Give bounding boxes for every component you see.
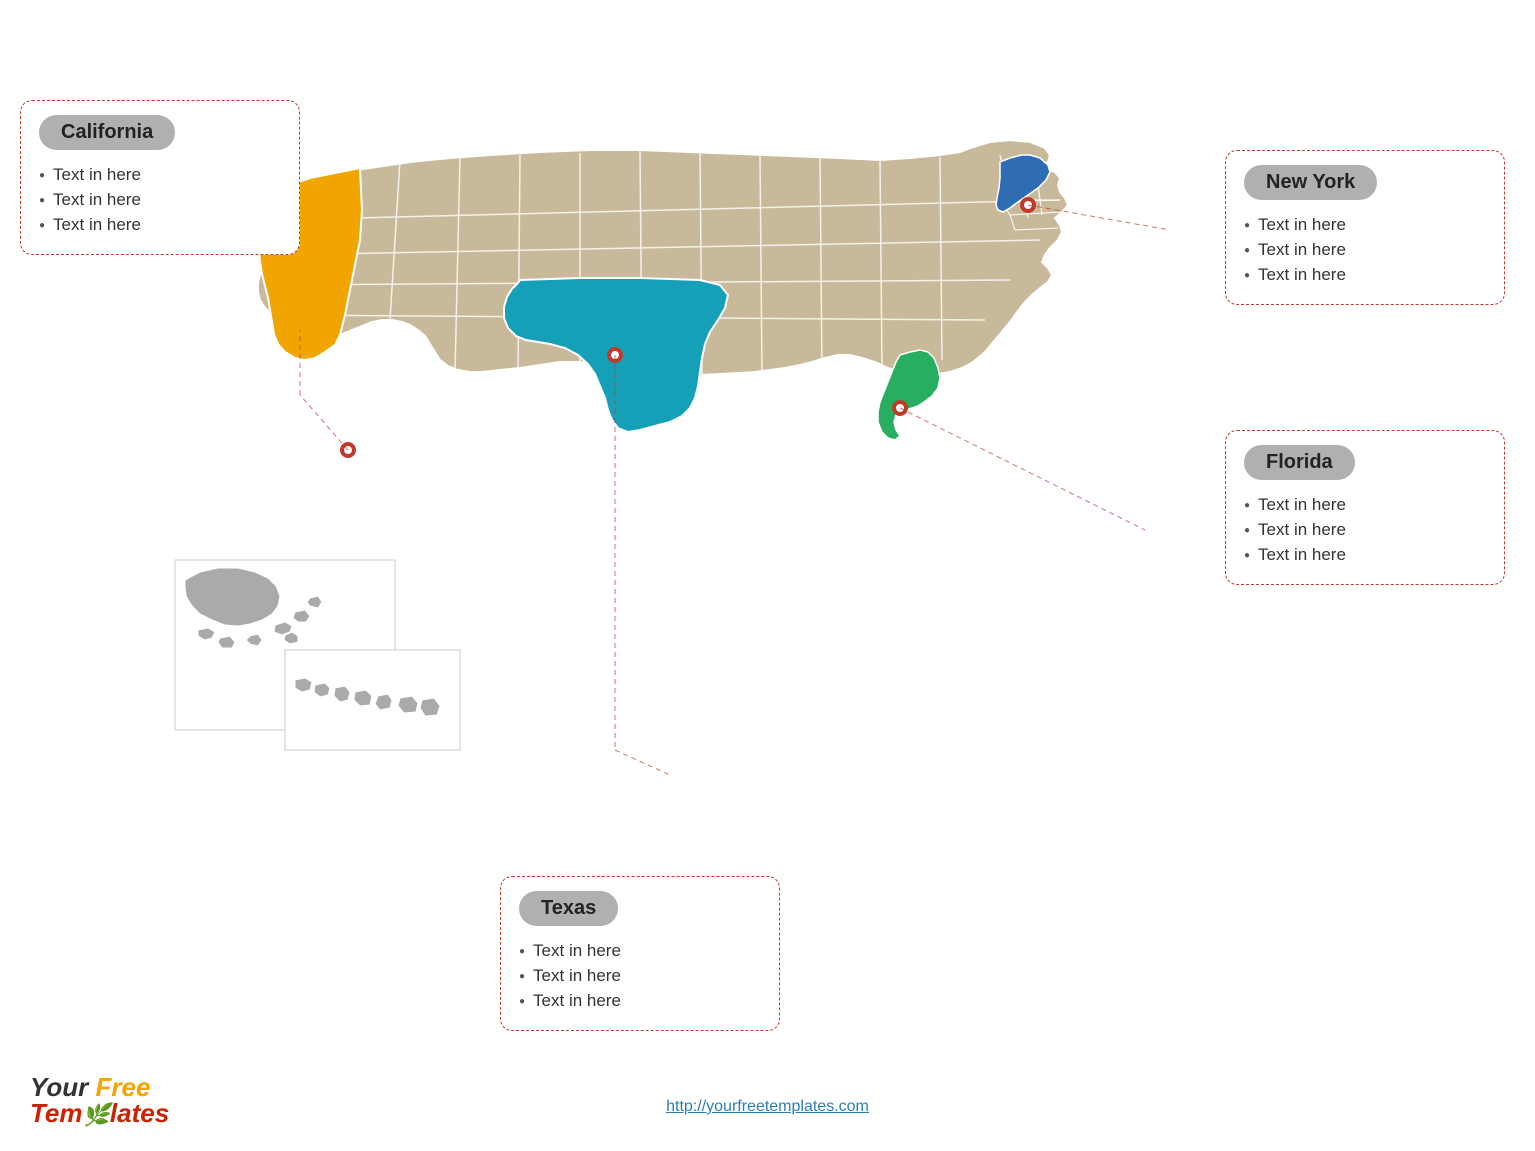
main-container: California Text in here Text in here Tex…	[0, 0, 1535, 1151]
callout-california: California Text in here Text in here Tex…	[20, 100, 300, 255]
brand-tem: Tem	[30, 1098, 83, 1128]
footer-url[interactable]: http://yourfreetemplates.com	[666, 1098, 869, 1116]
california-title: California	[39, 115, 175, 150]
texas-title: Texas	[519, 891, 618, 926]
callout-newyork: New York Text in here Text in here Text …	[1225, 150, 1505, 305]
california-list: Text in here Text in here Text in here	[39, 165, 281, 235]
newyork-title: New York	[1244, 165, 1377, 200]
texas-item-2: Text in here	[519, 966, 761, 986]
texas-item-3: Text in here	[519, 991, 761, 1011]
florida-item-1: Text in here	[1244, 495, 1486, 515]
florida-title: Florida	[1244, 445, 1355, 480]
newyork-item-1: Text in here	[1244, 215, 1486, 235]
texas-item-1: Text in here	[519, 941, 761, 961]
brand-plates: lates	[110, 1098, 169, 1128]
california-item-3: Text in here	[39, 215, 281, 235]
newyork-item-3: Text in here	[1244, 265, 1486, 285]
callout-texas: Texas Text in here Text in here Text in …	[500, 876, 780, 1031]
florida-item-2: Text in here	[1244, 520, 1486, 540]
brand-leaf-icon: 🌿	[83, 1102, 110, 1127]
texas-list: Text in here Text in here Text in here	[519, 941, 761, 1011]
brand-logo: Your Free Tem🌿lates	[30, 1074, 169, 1126]
california-item-2: Text in here	[39, 190, 281, 210]
florida-list: Text in here Text in here Text in here	[1244, 495, 1486, 565]
callout-florida: Florida Text in here Text in here Text i…	[1225, 430, 1505, 585]
california-item-1: Text in here	[39, 165, 281, 185]
newyork-list: Text in here Text in here Text in here	[1244, 215, 1486, 285]
florida-item-3: Text in here	[1244, 545, 1486, 565]
newyork-item-2: Text in here	[1244, 240, 1486, 260]
footer-url-link[interactable]: http://yourfreetemplates.com	[666, 1098, 869, 1115]
